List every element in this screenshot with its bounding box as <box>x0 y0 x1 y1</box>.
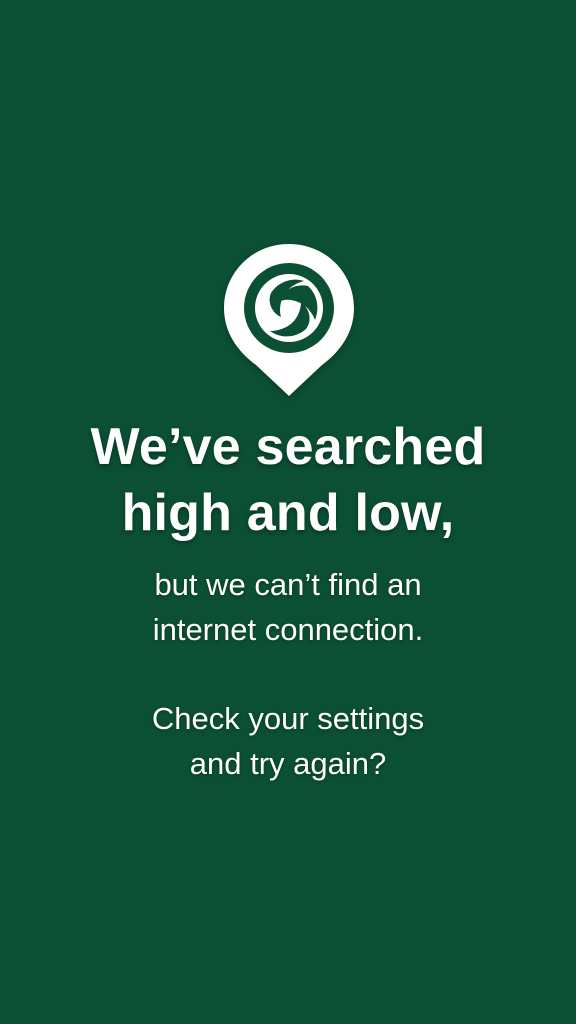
headline-line-1: We’ve searched <box>90 418 486 476</box>
message-content: We’ve searched high and low, but we can’… <box>0 414 576 786</box>
connection-message: but we can’t find an internet connection… <box>0 562 576 652</box>
settings-prompt: Check your settings and try again? <box>0 696 576 786</box>
connection-message-line-1: but we can’t find an <box>154 567 422 602</box>
headline-line-2: high and low, <box>121 484 455 542</box>
connection-message-line-2: internet connection. <box>152 612 424 647</box>
location-pin-logo-icon <box>222 242 356 398</box>
settings-prompt-line-2: and try again? <box>189 746 387 781</box>
settings-prompt-line-1: Check your settings <box>151 701 425 736</box>
headline: We’ve searched high and low, <box>0 414 576 546</box>
offline-screen: We’ve searched high and low, but we can’… <box>0 0 576 1024</box>
